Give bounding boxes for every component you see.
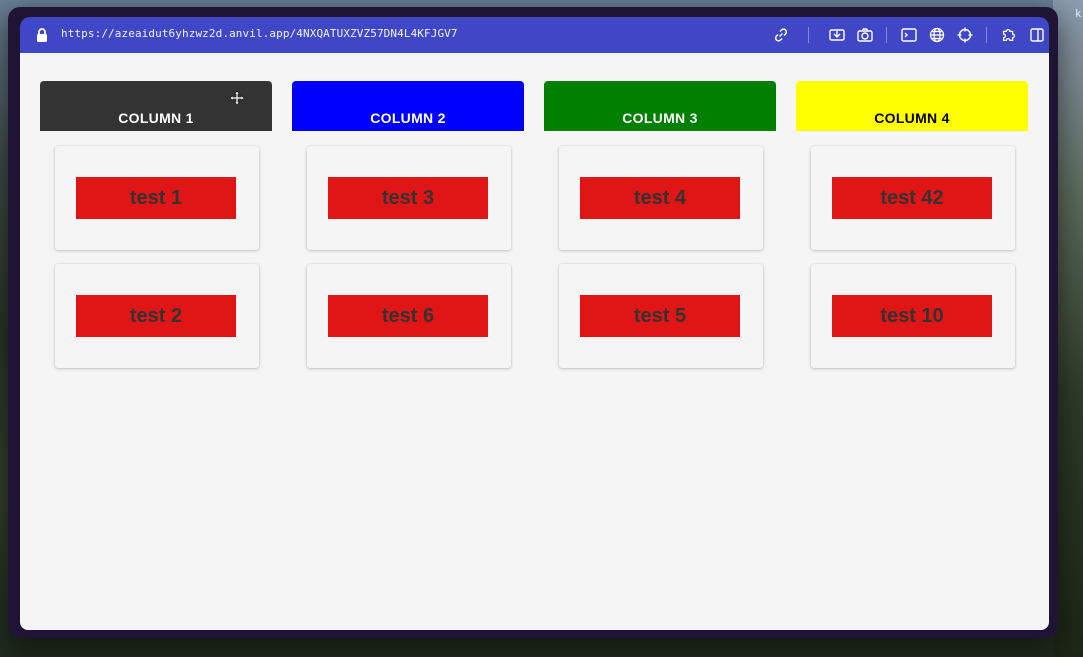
card-button[interactable]: test 2	[76, 295, 236, 337]
card-button[interactable]: test 5	[580, 295, 740, 337]
address-bar[interactable]: https://azeaidut6yhzwz2d.anvil.app/4NXQA…	[20, 17, 1049, 53]
column-title: COLUMN 1	[118, 110, 194, 126]
card-button[interactable]: test 3	[328, 177, 488, 219]
card[interactable]: test 3	[307, 146, 511, 250]
card[interactable]: test 10	[811, 264, 1015, 368]
column-title: COLUMN 3	[622, 110, 698, 126]
save-icon[interactable]	[828, 26, 846, 44]
column-4-header[interactable]: COLUMN 4	[796, 81, 1028, 131]
column-title: COLUMN 4	[874, 110, 950, 126]
camera-icon[interactable]	[856, 26, 874, 44]
url-text[interactable]: https://azeaidut6yhzwz2d.anvil.app/4NXQA…	[61, 27, 458, 40]
card[interactable]: test 6	[307, 264, 511, 368]
column-title: COLUMN 2	[370, 110, 446, 126]
card[interactable]: test 2	[55, 264, 259, 368]
crosshair-icon[interactable]	[956, 26, 974, 44]
link-icon[interactable]	[772, 26, 790, 44]
card[interactable]: test 1	[55, 146, 259, 250]
app-content: COLUMN 1 test 1 test 2 COLUMN 2 test 3 t…	[20, 53, 1049, 630]
card-button[interactable]: test 10	[832, 295, 992, 337]
card-button[interactable]: test 4	[580, 177, 740, 219]
column-2-header[interactable]: COLUMN 2	[292, 81, 524, 131]
globe-icon[interactable]	[928, 26, 946, 44]
card[interactable]: test 42	[811, 146, 1015, 250]
card-button[interactable]: test 42	[832, 177, 992, 219]
terminal-icon[interactable]	[900, 26, 918, 44]
toolbar-separator	[986, 27, 987, 43]
split-view-icon[interactable]	[1028, 26, 1046, 44]
column-3-header[interactable]: COLUMN 3	[544, 81, 776, 131]
column-1-header[interactable]: COLUMN 1	[40, 81, 272, 131]
browser-window: https://azeaidut6yhzwz2d.anvil.app/4NXQA…	[8, 7, 1058, 638]
desktop-corner-text: k	[1075, 8, 1082, 20]
puzzle-icon[interactable]	[1000, 26, 1018, 44]
toolbar-separator	[808, 27, 809, 43]
card-button[interactable]: test 6	[328, 295, 488, 337]
card-button[interactable]: test 1	[76, 177, 236, 219]
move-cursor-icon	[230, 91, 244, 105]
card[interactable]: test 5	[559, 264, 763, 368]
card[interactable]: test 4	[559, 146, 763, 250]
toolbar-separator	[886, 27, 887, 43]
lock-icon	[37, 28, 47, 42]
